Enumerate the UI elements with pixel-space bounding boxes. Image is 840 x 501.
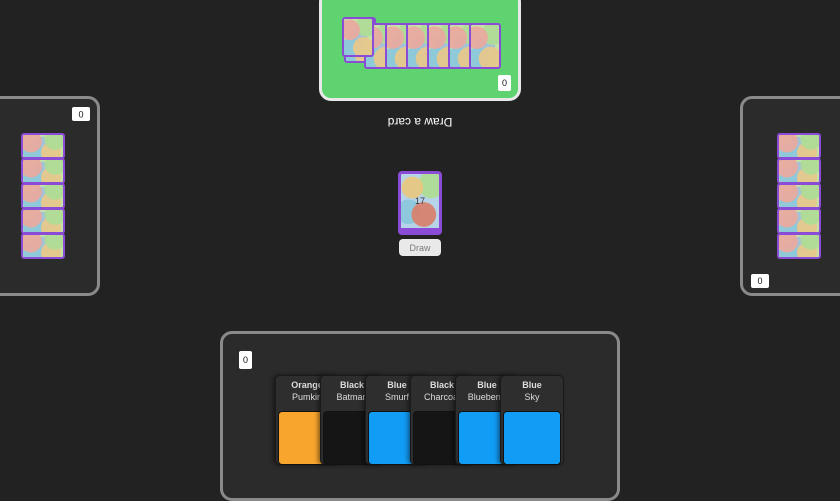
draw-pile[interactable]: 17: [398, 171, 442, 235]
draw-button[interactable]: Draw: [399, 239, 441, 256]
card-back: [777, 233, 821, 259]
card-count-badge: 0: [72, 107, 90, 121]
card-count-badge: 0: [751, 274, 769, 288]
card-back: [342, 17, 374, 57]
card-back: [777, 183, 821, 209]
card-color-swatch: [503, 411, 561, 465]
card-back: [21, 133, 65, 159]
card-back: [777, 133, 821, 159]
card-back: [21, 183, 65, 209]
card-back: [777, 158, 821, 184]
top-player-area: 0: [319, 0, 521, 101]
card-shade-name: Sky: [524, 392, 540, 402]
status-text: Draw a card: [387, 115, 453, 129]
card-back: [21, 158, 65, 184]
card-back: [469, 23, 501, 69]
card-back: [21, 233, 65, 259]
left-player-area: 0: [0, 96, 100, 296]
draw-pile-count: 17: [414, 196, 425, 206]
card-back: [777, 208, 821, 234]
card-count-badge: 0: [239, 351, 252, 369]
card-back: [21, 208, 65, 234]
right-player-area: 0: [740, 96, 840, 296]
card-count-badge: 0: [498, 75, 511, 91]
card-color-name: Blue: [522, 380, 542, 390]
hand-card[interactable]: Blue Sky: [500, 375, 564, 465]
